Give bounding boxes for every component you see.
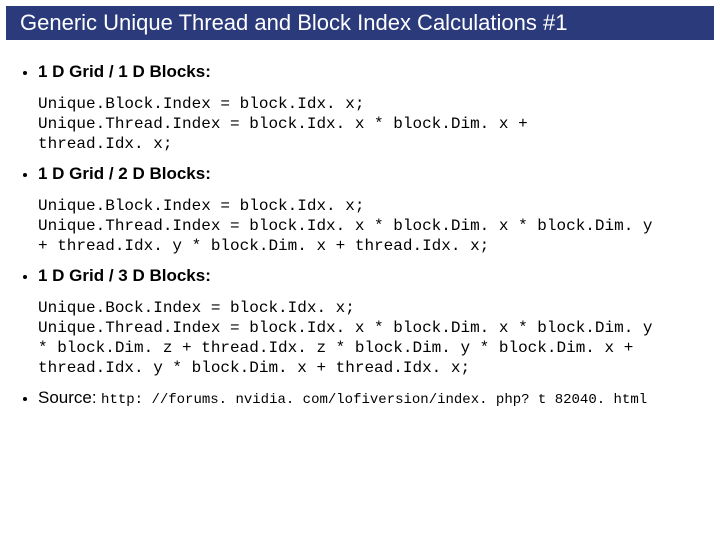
source-line: Source: http: //forums. nvidia. com/lofi… [38,388,704,408]
source-label: Source: [38,388,97,407]
section-3: 1 D Grid / 3 D Blocks: [38,266,704,286]
slide-title: Generic Unique Thread and Block Index Ca… [6,6,714,40]
slide-content: 1 D Grid / 1 D Blocks: Unique.Block.Inde… [16,52,704,530]
bullet-list: 1 D Grid / 1 D Blocks: [16,62,704,82]
slide-title-text: Generic Unique Thread and Block Index Ca… [20,10,567,35]
section-2-code: Unique.Block.Index = block.Idx. x; Uniqu… [38,196,704,256]
bullet-list: 1 D Grid / 2 D Blocks: [16,164,704,184]
slide: Generic Unique Thread and Block Index Ca… [0,0,720,540]
section-2-heading: 1 D Grid / 2 D Blocks: [38,164,211,183]
bullet-list: Source: http: //forums. nvidia. com/lofi… [16,388,704,408]
source-url: http: //forums. nvidia. com/lofiversion/… [101,392,647,408]
section-2: 1 D Grid / 2 D Blocks: [38,164,704,184]
section-1: 1 D Grid / 1 D Blocks: [38,62,704,82]
section-3-heading: 1 D Grid / 3 D Blocks: [38,266,211,285]
section-1-heading: 1 D Grid / 1 D Blocks: [38,62,211,81]
bullet-list: 1 D Grid / 3 D Blocks: [16,266,704,286]
section-1-code: Unique.Block.Index = block.Idx. x; Uniqu… [38,94,704,154]
section-3-code: Unique.Bock.Index = block.Idx. x; Unique… [38,298,704,378]
